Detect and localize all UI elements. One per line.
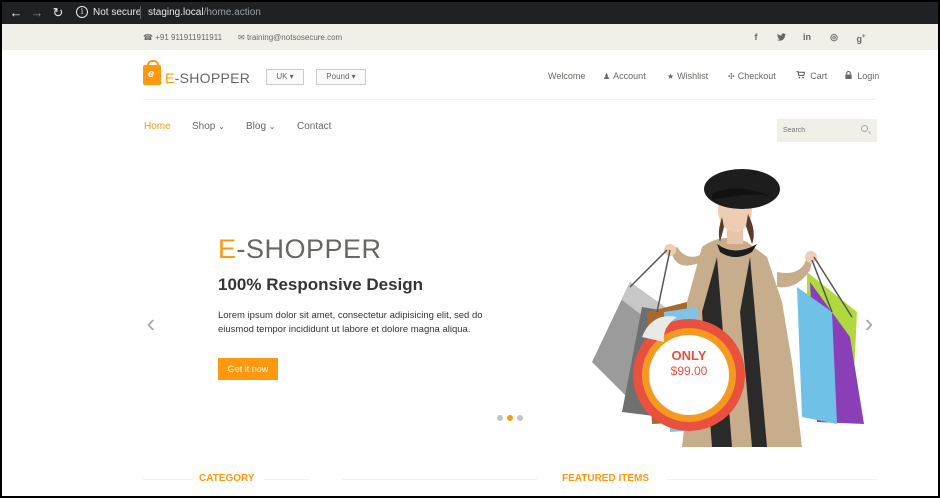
wishlist-link[interactable]: ★ Wishlist [667,71,708,81]
price-badge-price: $99.00 [670,364,708,378]
star-icon: ★ [667,72,675,81]
slider-dot-3[interactable] [517,415,523,421]
header-divider [143,99,877,100]
nav-home[interactable]: Home [144,121,171,132]
url-host: staging.local [148,7,204,18]
google-plus-icon[interactable]: g+ [854,30,868,44]
country-dropdown[interactable]: UK ▾ [266,69,304,85]
slide-description: Lorem ipsum dolor sit amet, consectetur … [218,310,483,335]
account-link[interactable]: ♟ Account [603,71,646,81]
featured-title-line-left [342,479,537,480]
security-status[interactable]: Not secure [93,7,141,18]
logo-text-accent: E [165,70,175,86]
logo-text-rest: -SHOPPER [174,70,251,86]
welcome-link[interactable]: Welcome [548,71,585,81]
search-icon[interactable] [861,125,868,132]
cart-label: Cart [810,71,828,81]
wishlist-label: Wishlist [677,71,709,81]
slide-title: E-SHOPPER [218,234,382,265]
contact-phone: ☎ +91 911911911911 [143,33,222,42]
hero-shopping-girl-image [592,169,864,447]
logo-text: E-SHOPPER [165,70,250,86]
featured-items-title: FEATURED ITEMS [562,473,650,484]
envelope-icon: ✉ [238,33,245,42]
browser-window: ← → ↻ i Not secure staging.local/home.ac… [2,2,938,496]
user-icon: ♟ [603,72,611,81]
dribbble-icon[interactable]: ◎ [827,30,841,44]
lock-icon [845,70,854,81]
checkout-link[interactable]: ✣ Checkout [728,71,776,81]
account-label: Account [613,71,646,81]
search-input[interactable] [777,119,855,142]
category-title-line-right [264,479,309,480]
linkedin-icon[interactable]: in [800,30,814,44]
crosshair-icon: ✣ [728,72,735,81]
url-path: /home.action [203,7,261,18]
slider-prev-arrow-icon[interactable]: ‹ [144,306,158,340]
back-arrow-icon[interactable]: ← [8,5,24,21]
search-box [777,119,877,142]
cart-link[interactable]: Cart [796,70,828,81]
browser-toolbar: ← → ↻ i Not secure staging.local/home.ac… [2,2,938,24]
phone-number: +91 911911911911 [155,33,223,42]
price-badge: ONLY $99.00 [649,348,729,378]
country-value: UK [276,72,288,81]
login-label: Login [857,71,880,81]
slider-dot-2[interactable] [507,415,513,421]
info-icon[interactable]: i [76,6,88,18]
slide-title-accent: E [218,234,237,264]
checkout-label: Checkout [737,71,776,81]
nav-shop[interactable]: Shop ⌄ [192,121,225,132]
category-title-line-left [143,479,193,480]
url-separator [140,6,141,19]
get-it-now-button[interactable]: Get it now [218,358,278,380]
reload-icon[interactable]: ↻ [50,5,66,21]
category-title: CATEGORY [199,473,255,484]
contact-email: ✉ training@notsosecure.com [238,33,342,42]
price-badge-only: ONLY [671,348,707,363]
caret-down-icon: ▾ [289,72,294,81]
phone-icon: ☎ [143,33,153,42]
address-bar[interactable]: staging.local/home.action [148,7,261,18]
currency-value: Pound [326,72,350,81]
featured-title-line-right [667,479,877,480]
nav-contact[interactable]: Contact [297,121,331,132]
login-link[interactable]: Login [845,70,880,81]
twitter-icon[interactable] [774,30,788,44]
caret-down-icon: ▾ [351,72,356,81]
currency-dropdown[interactable]: Pound ▾ [316,69,366,85]
header-top-bar: ☎ +91 911911911911 ✉ training@notsosecur… [2,24,938,50]
chevron-down-icon: ⌄ [268,122,276,131]
forward-arrow-icon[interactable]: → [29,5,45,21]
slide-subtitle: 100% Responsive Design [218,275,424,294]
slider-dot-1[interactable] [497,415,503,421]
nav-blog-label: Blog [246,121,267,132]
welcome-label: Welcome [548,71,586,81]
nav-blog[interactable]: Blog ⌄ [246,121,276,132]
slide-title-rest: -SHOPPER [236,234,382,264]
facebook-icon[interactable]: f [749,30,763,44]
cart-icon [796,70,807,81]
chevron-down-icon: ⌄ [218,122,225,131]
shopping-bag-logo-icon: e [143,60,161,85]
email-address: training@notsosecure.com [246,33,343,42]
nav-shop-label: Shop [192,121,216,132]
